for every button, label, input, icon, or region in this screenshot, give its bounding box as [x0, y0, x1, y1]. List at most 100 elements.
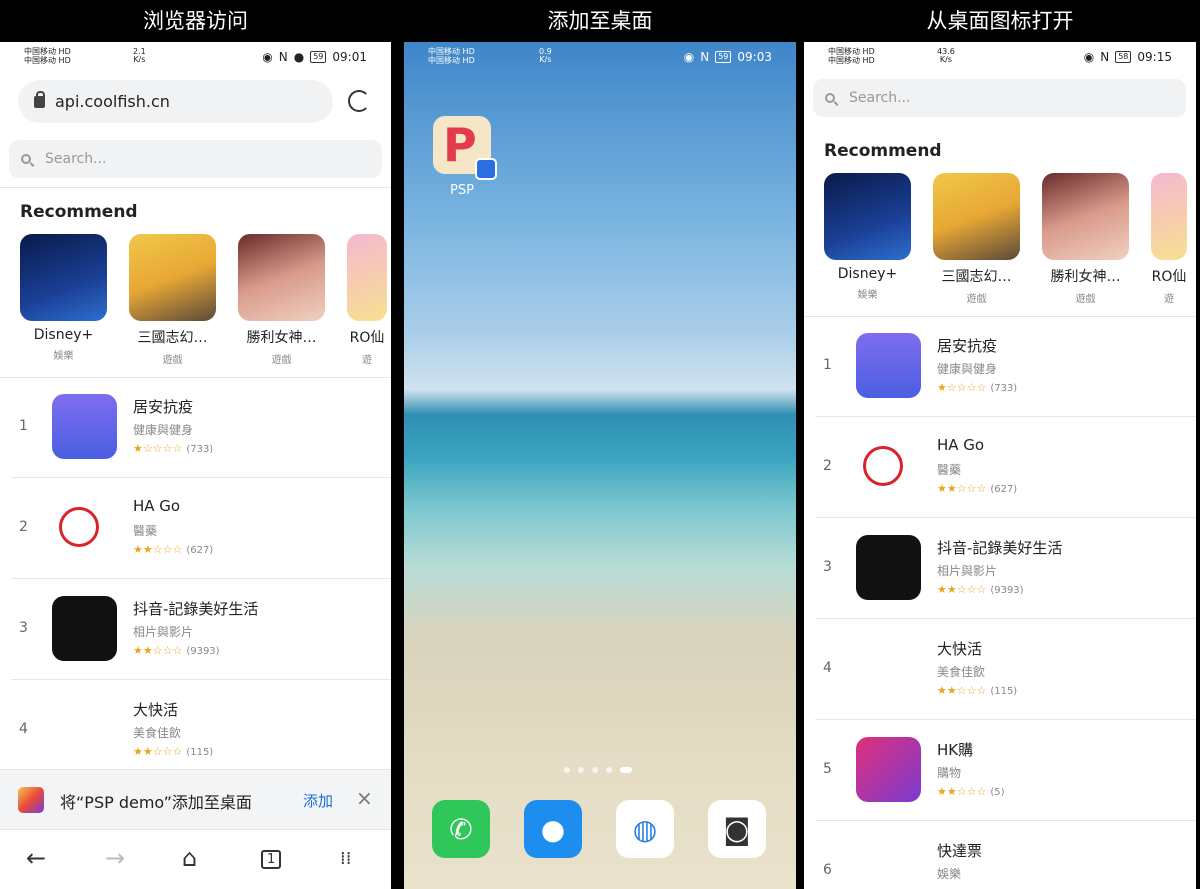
clock: 09:01	[332, 50, 367, 64]
recommend-item[interactable]: RO仙 遊	[1151, 173, 1187, 305]
list-item[interactable]: 1 居安抗疫 健康與健身 ★☆☆☆☆ (733)	[815, 317, 1196, 417]
list-item[interactable]: 5 HK購 購物 ★★☆☆☆ (5)	[815, 721, 1196, 821]
browser-toolbar: ← → ⌂ 1 ⁞⁞	[0, 829, 391, 889]
recommend-row: Disney+ 娛樂 三國志幻… 遊戲 勝利女神… 遊戲 RO仙 遊	[824, 173, 1187, 305]
game-icon	[1151, 173, 1187, 260]
nfc-icon: N	[700, 50, 710, 64]
phone-home-screen: 中国移动 HD 中国移动 HD 0.9K/s ◉ N 59 09:03 PSP …	[404, 42, 796, 889]
rating-stars: ★★☆☆☆ (627)	[133, 543, 214, 556]
eye-icon: ◉	[262, 50, 273, 64]
app-icon	[856, 636, 921, 701]
eye-icon: ◉	[1083, 50, 1095, 64]
eye-icon: ◉	[683, 50, 695, 64]
messages-icon[interactable]: ●	[524, 800, 582, 858]
battery-icon: 59	[310, 51, 327, 63]
recommend-item[interactable]: Disney+ 娛樂	[824, 173, 911, 305]
dock: ✆ ● ◍ ◙	[432, 800, 766, 858]
list-item[interactable]: 3 抖音-記錄美好生活 相片與影片 ★★☆☆☆ (9393)	[815, 519, 1196, 619]
carrier-info: 中国移动 HD 中国移动 HD	[828, 47, 875, 65]
recommend-item[interactable]: Disney+ 娛樂	[20, 234, 107, 366]
section-title-recommend: Recommend	[824, 141, 942, 161]
battery-icon: 58	[1115, 51, 1132, 63]
nfc-icon: N	[1100, 50, 1110, 64]
app-icon	[863, 446, 903, 486]
status-bar: 中国移动 HD 中国移动 HD 2.1 K/s ◉ N ● 59 09:01	[0, 42, 391, 72]
caption-add-to-desktop: 添加至桌面	[547, 9, 653, 33]
url-text: api.coolfish.cn	[55, 92, 170, 111]
menu-icon[interactable]: ⁞⁞	[340, 848, 351, 869]
back-icon[interactable]: ←	[26, 844, 46, 872]
app-icon	[856, 333, 921, 398]
reload-icon[interactable]	[348, 90, 370, 112]
shortcut-badge-icon	[475, 158, 497, 180]
recommend-item[interactable]: 三國志幻… 遊戲	[933, 173, 1020, 305]
game-icon	[129, 234, 216, 321]
rating-stars: ★★☆☆☆ (9393)	[133, 644, 220, 657]
phone-icon[interactable]: ✆	[432, 800, 490, 858]
app-icon	[856, 838, 921, 889]
app-icon	[59, 507, 99, 547]
search-icon	[825, 93, 835, 103]
game-icon	[347, 234, 387, 321]
status-bar: 中国移动 HD 中国移动 HD 43.6 K/s ◉ N 58 09:15	[804, 42, 1196, 72]
disney-icon	[824, 173, 911, 260]
rating-stars: ★★☆☆☆ (115)	[133, 745, 214, 758]
recommend-item[interactable]: RO仙 遊	[347, 234, 387, 366]
section-title-recommend: Recommend	[20, 202, 138, 222]
tabs-icon[interactable]: 1	[261, 850, 282, 869]
status-right: ◉ N 59 09:03	[684, 50, 772, 64]
rating-stars: ★★☆☆☆ (627)	[937, 482, 1018, 495]
app-icon	[856, 535, 921, 600]
game-icon	[238, 234, 325, 321]
search-input[interactable]: Search...	[9, 140, 382, 178]
list-item[interactable]: 2 HA Go 醫藥 ★★☆☆☆ (627)	[11, 479, 391, 579]
battery-icon: 59	[715, 51, 732, 63]
clock: 09:03	[737, 50, 772, 64]
psp-shortcut-label: PSP	[450, 183, 474, 198]
recommend-row: Disney+ 娛樂 三國志幻… 遊戲 勝利女神… 遊戲 RO仙 遊	[20, 234, 387, 366]
network-speed: 2.1 K/s	[133, 47, 146, 64]
list-item[interactable]: 3 抖音-記錄美好生活 相片與影片 ★★☆☆☆ (9393)	[11, 580, 391, 680]
list-item[interactable]: 4 大快活 美食佳飲 ★★☆☆☆ (115)	[815, 620, 1196, 720]
carrier-info: 中国移动 HD 中国移动 HD	[24, 47, 71, 65]
clock: 09:15	[1137, 50, 1172, 64]
add-to-desktop-banner: 将“PSP demo”添加至桌面 添加 ×	[0, 769, 391, 829]
status-right: ◉ N ● 59 09:01	[262, 50, 367, 64]
home-icon[interactable]: ⌂	[182, 844, 197, 872]
add-button[interactable]: 添加	[303, 790, 333, 811]
search-icon	[21, 154, 31, 164]
search-input[interactable]: Search...	[813, 79, 1186, 117]
list-item[interactable]: 1 居安抗疫 健康與健身 ★☆☆☆☆ (733)	[11, 378, 391, 478]
list-item[interactable]: 2 HA Go 醫藥 ★★☆☆☆ (627)	[815, 418, 1196, 518]
recommend-item[interactable]: 勝利女神… 遊戲	[238, 234, 325, 366]
lock-icon	[34, 90, 45, 108]
recommend-item[interactable]: 三國志幻… 遊戲	[129, 234, 216, 366]
address-bar[interactable]: api.coolfish.cn	[18, 80, 333, 123]
list-item[interactable]: 4 大快活 美食佳飲 ★★☆☆☆ (115)	[11, 681, 391, 781]
rating-stars: ★★☆☆☆ (5)	[937, 785, 1005, 798]
app-icon	[52, 697, 117, 762]
psp-shortcut-icon[interactable]	[433, 116, 497, 180]
browser-icon[interactable]: ◍	[616, 800, 674, 858]
rating-stars: ★☆☆☆☆ (733)	[133, 442, 214, 455]
nfc-icon: N	[278, 50, 288, 64]
rating-stars: ★★☆☆☆ (9393)	[937, 583, 1024, 596]
status-right: ◉ N 58 09:15	[1084, 50, 1172, 64]
disney-icon	[20, 234, 107, 321]
forward-icon[interactable]: →	[105, 844, 125, 872]
rating-stars: ★☆☆☆☆ (733)	[937, 381, 1018, 394]
game-icon	[933, 173, 1020, 260]
list-item[interactable]: 6 快達票 娛樂	[815, 822, 1196, 889]
camera-icon[interactable]: ◙	[708, 800, 766, 858]
recommend-item[interactable]: 勝利女神… 遊戲	[1042, 173, 1129, 305]
close-icon[interactable]: ×	[356, 786, 373, 810]
carrier-info: 中国移动 HD 中国移动 HD	[428, 47, 475, 65]
phone-browser: 中国移动 HD 中国移动 HD 2.1 K/s ◉ N ● 59 09:01 ap…	[0, 42, 391, 889]
app-icon	[52, 596, 117, 661]
game-icon	[1042, 173, 1129, 260]
psp-app-icon	[18, 787, 44, 813]
page-indicator	[564, 767, 632, 773]
status-bar: 中国移动 HD 中国移动 HD 0.9 K/s ◉ N 59 09:03	[404, 42, 796, 72]
caption-browser: 浏览器访问	[143, 9, 248, 33]
comparison-figure: 浏览器访问 添加至桌面 从桌面图标打开 中国移动 HD 中国移动 HD 2.1 K…	[0, 0, 1200, 889]
